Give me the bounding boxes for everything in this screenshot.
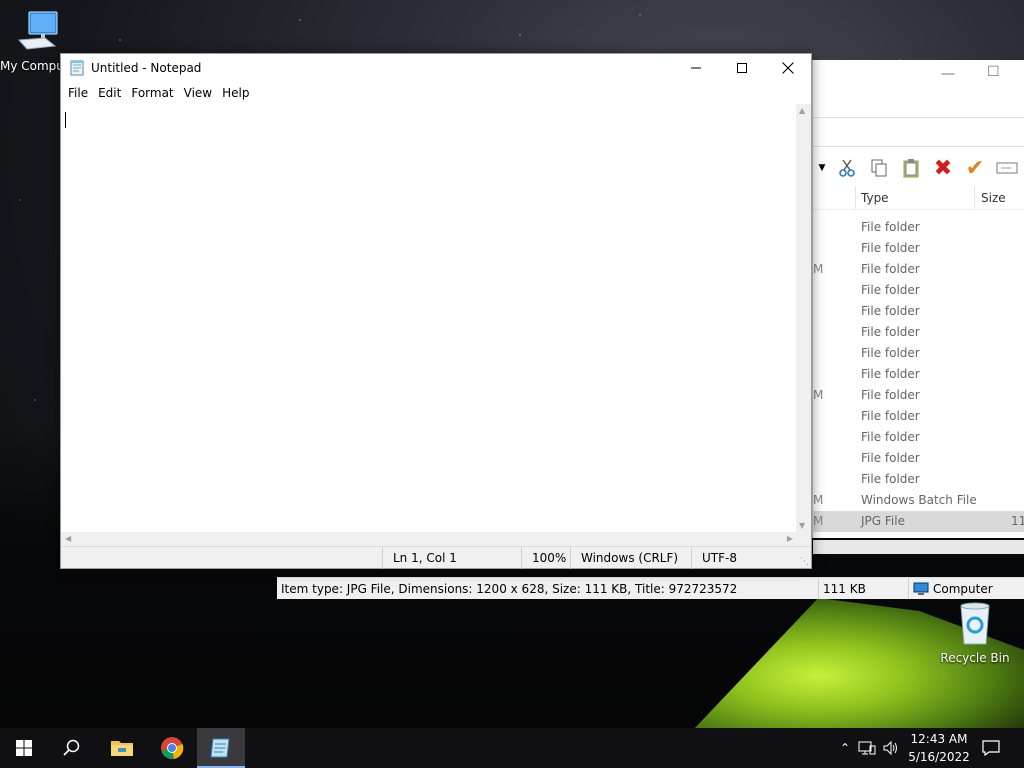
explorer-horizontal-scrollbar[interactable] <box>813 540 1024 554</box>
column-type[interactable]: Type <box>861 191 889 205</box>
table-row[interactable]: File folder <box>813 238 1024 259</box>
scroll-down-icon[interactable]: ▼ <box>799 521 805 530</box>
notepad-window: Untitled - Notepad File Edit Format View… <box>60 53 812 569</box>
menu-edit[interactable]: Edit <box>93 82 126 104</box>
desktop-icon-recycle-bin[interactable]: Recycle Bin <box>940 600 1010 665</box>
close-button[interactable] <box>765 54 811 82</box>
status-encoding: UTF-8 <box>691 547 791 569</box>
table-row[interactable]: M File folder <box>813 259 1024 280</box>
explorer-column-header: Type Size <box>813 186 1024 210</box>
chevron-up-icon[interactable]: ⌃ <box>838 741 852 755</box>
status-item-location: Computer <box>909 578 997 599</box>
check-icon[interactable]: ✔ <box>963 156 987 181</box>
scroll-right-icon[interactable]: ▶ <box>787 534 793 543</box>
copy-icon[interactable] <box>867 156 891 180</box>
recycle-bin-icon <box>960 602 990 645</box>
menu-format[interactable]: Format <box>126 82 178 104</box>
menu-view[interactable]: View <box>179 82 217 104</box>
notification-icon <box>982 740 1000 756</box>
status-item-size: 111 KB <box>819 578 909 599</box>
network-icon[interactable] <box>858 740 876 756</box>
menu-bar: File Edit Format View Help <box>61 82 811 104</box>
status-zoom: 100% <box>521 547 571 569</box>
minimize-button[interactable] <box>673 54 719 82</box>
table-row[interactable]: File folder <box>813 448 1024 469</box>
notepad-titlebar[interactable]: Untitled - Notepad <box>61 54 811 82</box>
menu-file[interactable]: File <box>63 82 93 104</box>
minimize-icon <box>691 67 701 69</box>
table-row[interactable]: File folder <box>813 469 1024 490</box>
minimize-icon[interactable]: — <box>941 66 955 82</box>
table-row[interactable]: File folder <box>813 217 1024 238</box>
text-editor[interactable] <box>61 104 797 532</box>
cut-icon[interactable] <box>835 156 859 180</box>
table-row[interactable]: File folder <box>813 301 1024 322</box>
menu-help[interactable]: Help <box>217 82 254 104</box>
scrollbar-corner <box>796 532 811 547</box>
status-item-info: Item type: JPG File, Dimensions: 1200 x … <box>277 578 819 599</box>
system-tray: ⌃ <box>838 728 900 768</box>
action-center-button[interactable] <box>968 728 1014 768</box>
scroll-up-icon[interactable]: ▲ <box>799 106 805 115</box>
computer-icon <box>913 582 929 595</box>
maximize-icon <box>737 63 747 73</box>
search-icon <box>63 739 80 756</box>
status-line-ending: Windows (CRLF) <box>570 547 692 569</box>
table-row[interactable]: File folder <box>813 322 1024 343</box>
delete-icon[interactable]: ✖ <box>931 156 955 181</box>
paste-icon[interactable] <box>899 156 923 180</box>
folder-icon <box>111 741 133 756</box>
close-icon <box>782 62 794 74</box>
computer-icon <box>17 11 58 50</box>
table-row[interactable]: File folder <box>813 427 1024 448</box>
status-cursor-position: Ln 1, Col 1 <box>382 547 522 569</box>
table-row[interactable]: File folder <box>813 280 1024 301</box>
clock-time: 12:43 AM <box>910 732 968 746</box>
table-row[interactable]: M Windows Batch File <box>813 490 1024 511</box>
explorer-file-list: File folder File folder M File folder Fil… <box>813 217 1024 532</box>
maximize-button[interactable] <box>719 54 765 82</box>
taskbar-notepad[interactable] <box>197 728 245 768</box>
table-row[interactable]: File folder <box>813 343 1024 364</box>
table-row[interactable]: File folder <box>813 406 1024 427</box>
dropdown-arrow-icon[interactable]: ▼ <box>817 156 827 180</box>
search-button[interactable] <box>48 728 96 768</box>
table-row[interactable]: File folder <box>813 364 1024 385</box>
resize-grip-icon[interactable]: ⋱ <box>800 557 809 567</box>
status-location-label: Computer <box>933 581 993 596</box>
explorer-status-bar: Item type: JPG File, Dimensions: 1200 x … <box>277 577 1024 599</box>
horizontal-scrollbar[interactable]: ◀ ▶ <box>61 532 797 547</box>
explorer-window: — ☐ ▼ ✖ ✔ Type Size File folder File fol… <box>812 60 1024 554</box>
text-caret <box>65 112 66 128</box>
chrome-icon <box>161 737 184 760</box>
table-row[interactable]: M File folder <box>813 385 1024 406</box>
taskbar-chrome[interactable] <box>148 728 196 768</box>
scroll-left-icon[interactable]: ◀ <box>65 534 71 543</box>
desktop-icon-label: Recycle Bin <box>940 651 1010 665</box>
taskbar-file-explorer[interactable] <box>98 728 146 768</box>
taskbar: ⌃ 12:43 AM 5/16/2022 <box>0 728 1024 768</box>
notepad-icon <box>210 738 230 758</box>
window-title: Untitled - Notepad <box>91 61 202 75</box>
rename-icon[interactable] <box>995 156 1019 180</box>
maximize-icon[interactable]: ☐ <box>987 64 1000 80</box>
notepad-icon <box>70 60 84 76</box>
taskbar-clock[interactable]: 12:43 AM 5/16/2022 <box>904 730 974 766</box>
volume-icon[interactable] <box>882 740 900 756</box>
table-row-selected[interactable]: M JPG File 11 <box>813 511 1024 532</box>
column-size[interactable]: Size <box>981 191 1006 205</box>
start-button[interactable] <box>0 728 48 768</box>
windows-icon <box>16 740 32 756</box>
clock-date: 5/16/2022 <box>908 750 970 764</box>
explorer-titlebar: — ☐ <box>813 60 1024 117</box>
explorer-toolbar: ▼ ✖ ✔ <box>813 154 1024 182</box>
vertical-scrollbar[interactable]: ▲ ▼ <box>796 104 811 532</box>
notepad-status-bar: Ln 1, Col 1 100% Windows (CRLF) UTF-8 ⋱ <box>61 546 811 569</box>
